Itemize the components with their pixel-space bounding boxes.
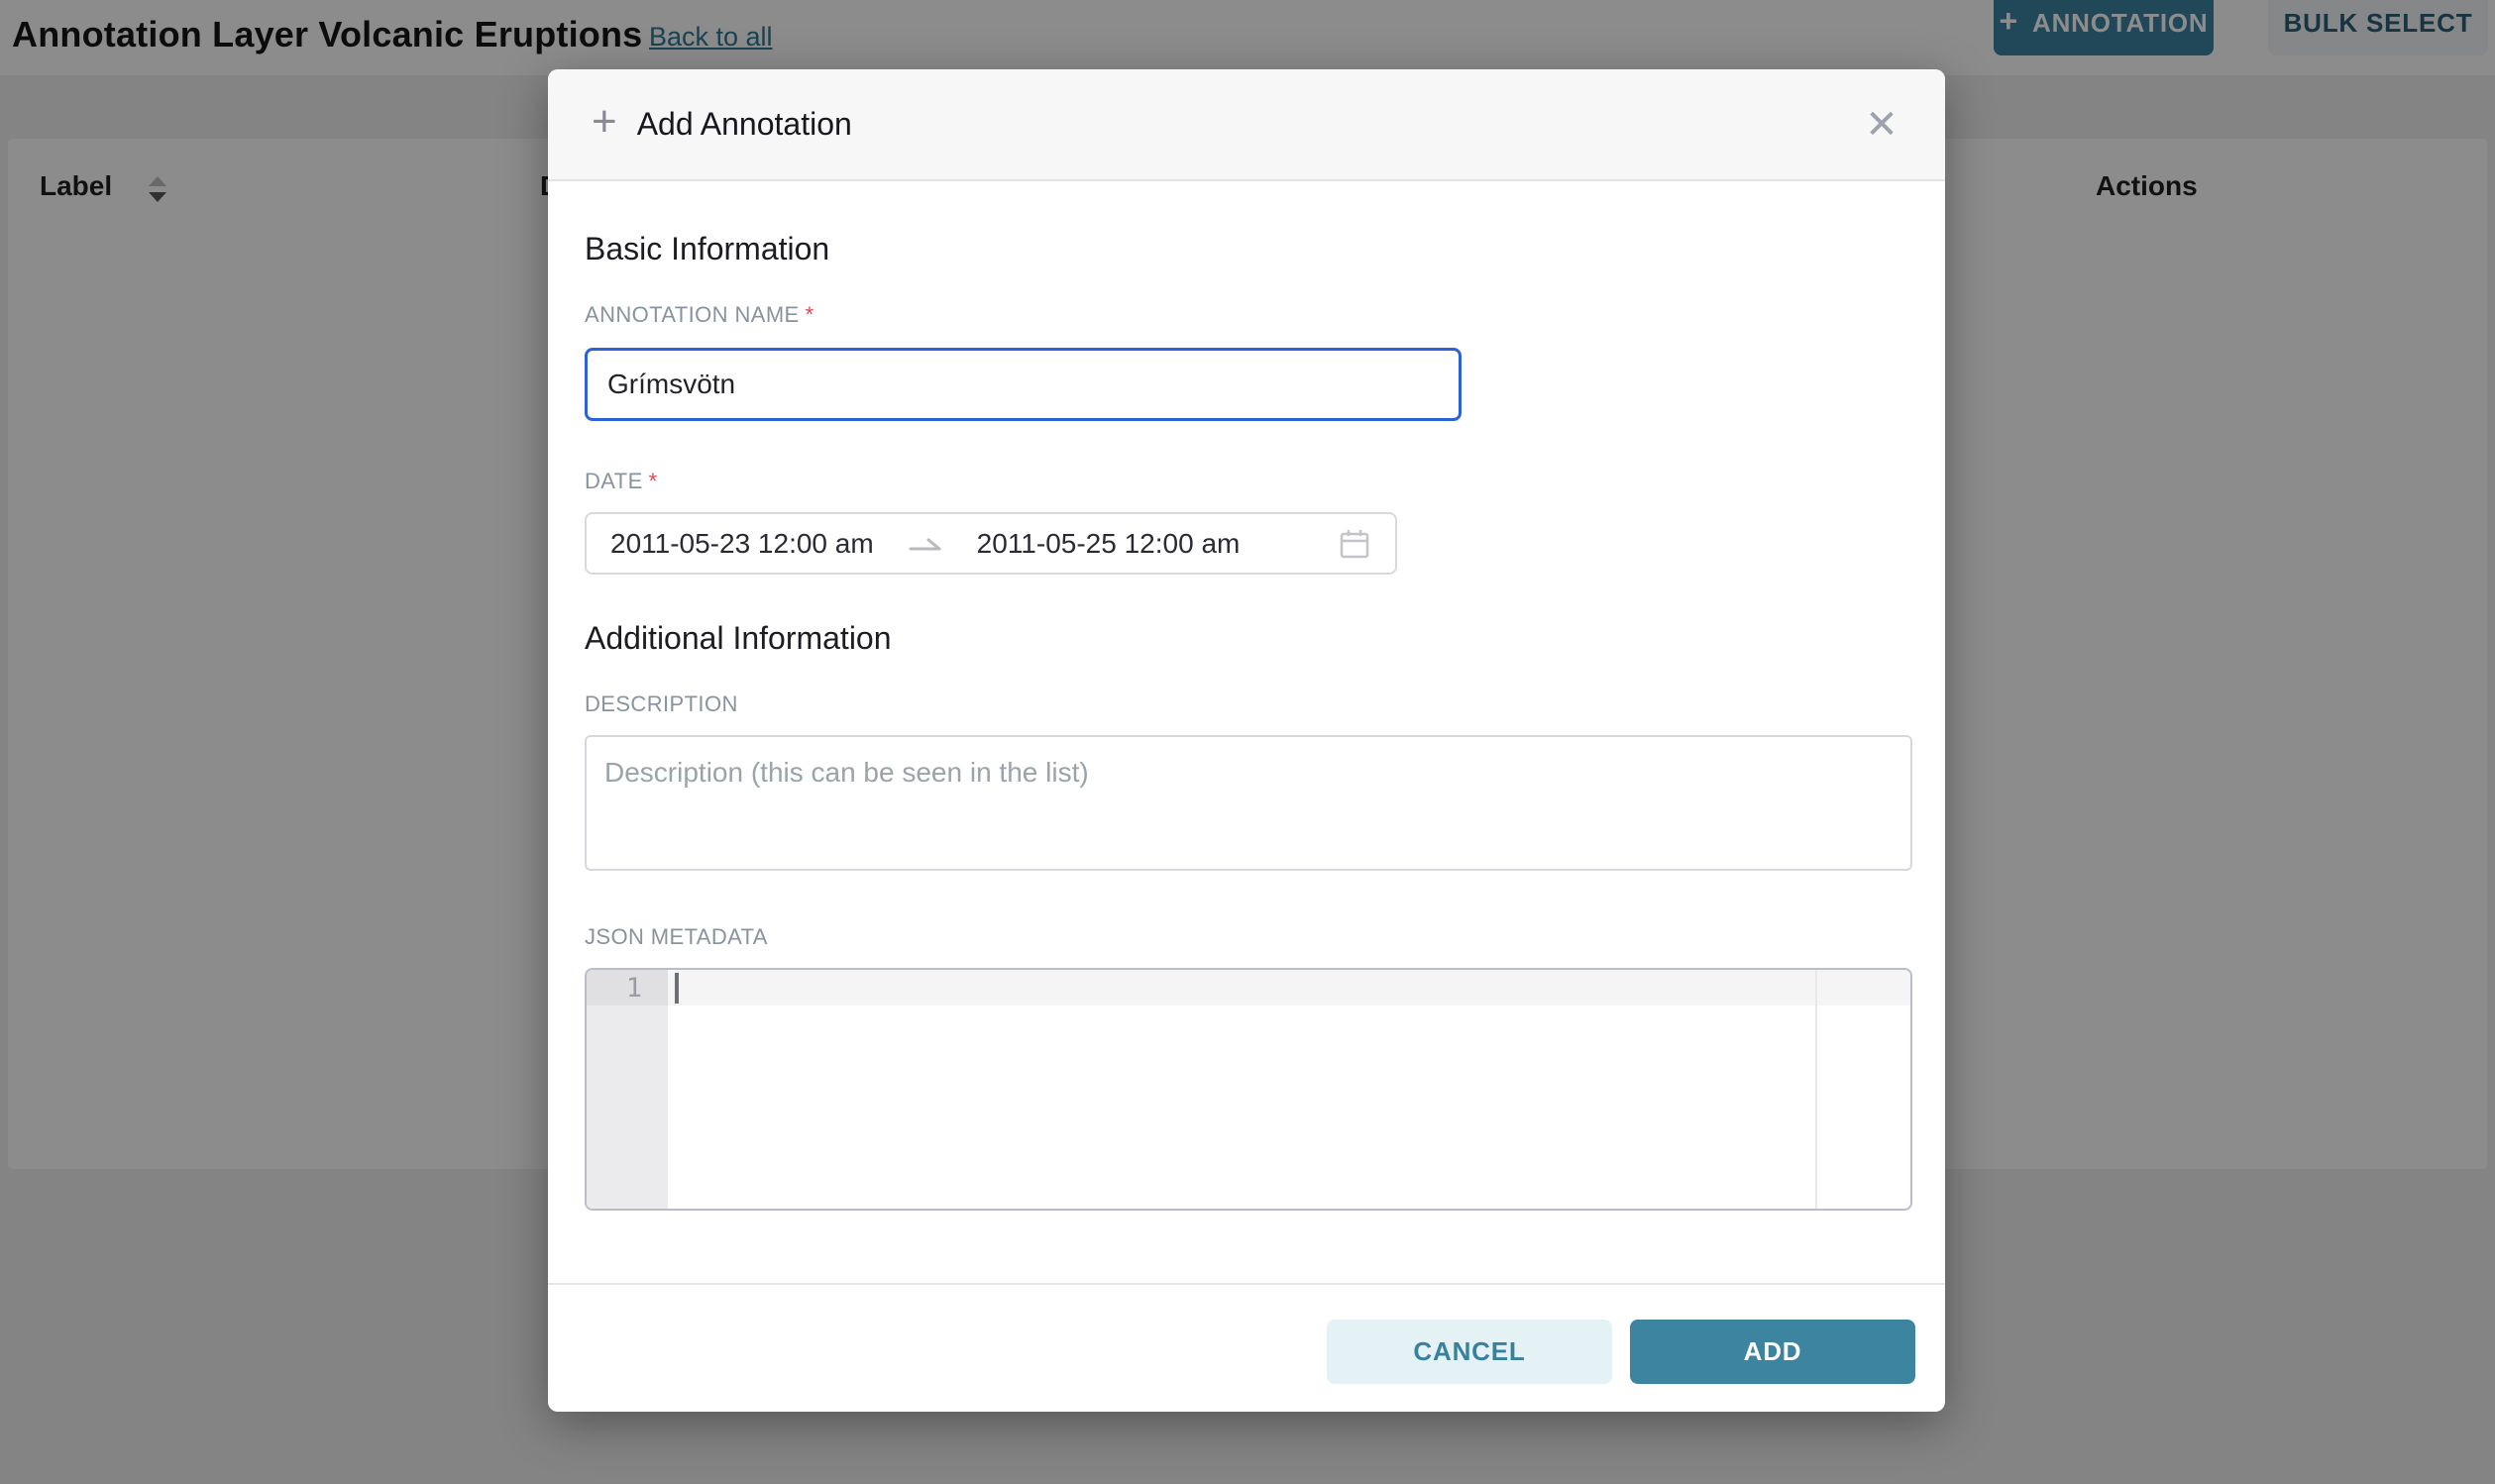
calendar-icon[interactable] bbox=[1338, 527, 1371, 561]
editor-gutter bbox=[587, 970, 668, 1209]
description-textarea[interactable] bbox=[585, 735, 1912, 871]
date-end-value[interactable]: 2011-05-25 12:00 am bbox=[977, 528, 1241, 560]
required-asterisk: * bbox=[806, 302, 814, 327]
close-icon[interactable]: ✕ bbox=[1858, 101, 1905, 149]
modal-header: + Add Annotation ✕ bbox=[548, 69, 1945, 181]
screen: Annotation Layer Volcanic Eruptions Back… bbox=[0, 0, 2495, 1484]
editor-cursor bbox=[675, 973, 679, 1004]
modal-footer: CANCEL ADD bbox=[548, 1283, 1945, 1412]
modal-title: Add Annotation bbox=[637, 106, 852, 143]
description-label: DESCRIPTION bbox=[585, 689, 1912, 719]
date-label: DATE* bbox=[585, 467, 1912, 496]
editor-active-line bbox=[668, 970, 1910, 1006]
annotation-name-label-text: ANNOTATION NAME bbox=[585, 302, 800, 327]
date-range-picker[interactable]: 2011-05-23 12:00 am 2011-05-25 12:00 am bbox=[585, 512, 1397, 575]
plus-icon: + bbox=[592, 100, 617, 144]
add-button[interactable]: ADD bbox=[1630, 1320, 1915, 1384]
arrow-right-icon bbox=[908, 533, 943, 555]
cancel-button[interactable]: CANCEL bbox=[1327, 1320, 1612, 1384]
basic-information-heading: Basic Information bbox=[585, 227, 1912, 270]
json-metadata-editor[interactable]: 1 bbox=[585, 968, 1912, 1211]
add-annotation-modal: + Add Annotation ✕ Basic Information ANN… bbox=[548, 69, 1945, 1412]
additional-information-heading: Additional Information bbox=[585, 616, 1912, 660]
editor-print-margin bbox=[1815, 970, 1817, 1209]
modal-body: Basic Information ANNOTATION NAME* DATE*… bbox=[548, 181, 1945, 1283]
annotation-name-label: ANNOTATION NAME* bbox=[585, 300, 1912, 330]
required-asterisk: * bbox=[649, 469, 658, 493]
annotation-name-input[interactable] bbox=[585, 348, 1462, 421]
json-metadata-label: JSON METADATA bbox=[585, 922, 1912, 952]
editor-line-number: 1 bbox=[587, 970, 668, 1006]
date-start-value[interactable]: 2011-05-23 12:00 am bbox=[610, 528, 874, 560]
date-label-text: DATE bbox=[585, 469, 643, 493]
